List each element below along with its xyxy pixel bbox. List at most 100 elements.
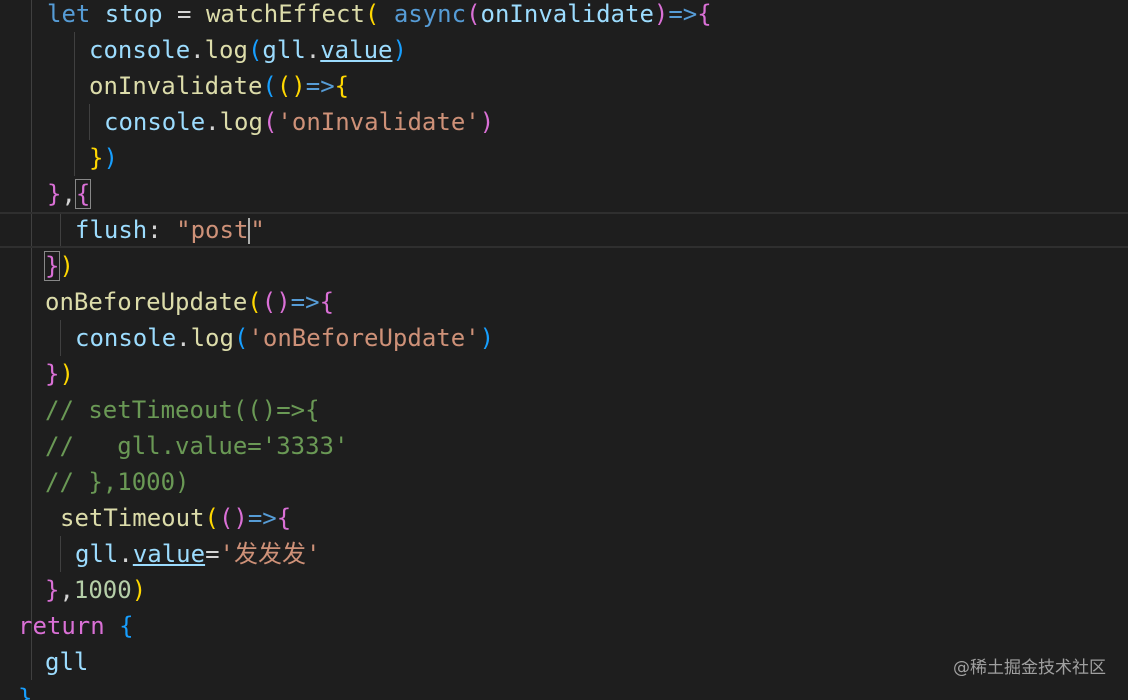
code-token: => xyxy=(290,288,320,316)
code-token: ( xyxy=(262,72,277,100)
code-token: onBeforeUpdate xyxy=(45,288,248,316)
code-line[interactable]: // gll.value='3333' xyxy=(0,428,1128,464)
code-line[interactable]: onBeforeUpdate(()=>{ xyxy=(0,284,1128,320)
code-token: 'onInvalidate' xyxy=(277,108,480,136)
code-editor[interactable]: let stop = watchEffect( async(onInvalida… xyxy=(0,0,1128,700)
code-line[interactable]: return { xyxy=(0,608,1128,644)
code-text: },{ xyxy=(47,176,92,212)
code-token: "post xyxy=(176,216,249,244)
code-token: , xyxy=(59,576,74,604)
code-token: 'onBeforeUpdate' xyxy=(248,324,480,352)
code-token: async xyxy=(393,0,467,28)
code-token: ( xyxy=(364,0,380,28)
code-token: ) xyxy=(59,360,74,388)
code-token: { xyxy=(334,72,350,100)
code-token: ) xyxy=(479,108,495,136)
code-line[interactable]: console.log('onBeforeUpdate') xyxy=(0,320,1128,356)
code-text: console.log('onInvalidate') xyxy=(104,104,494,140)
code-token: flush xyxy=(75,216,148,244)
code-text: gll.value='发发发' xyxy=(75,536,320,572)
code-token: } xyxy=(89,144,104,172)
code-token: . xyxy=(118,540,133,568)
code-token: ) xyxy=(103,144,118,172)
code-text: gll xyxy=(45,644,88,680)
code-token: ) xyxy=(59,252,74,280)
code-token: setTimeout xyxy=(60,504,205,532)
code-token: gll xyxy=(45,648,89,676)
code-token: = xyxy=(205,540,220,568)
code-token: ) xyxy=(131,576,147,604)
current-code-line[interactable]: flush: "post" xyxy=(0,212,1128,248)
code-text: flush: "post" xyxy=(75,214,265,246)
watermark: @稀土掘金技术社区 xyxy=(953,658,1106,678)
code-line[interactable]: console.log(gll.value) xyxy=(0,32,1128,68)
code-line[interactable]: setTimeout(()=>{ xyxy=(0,500,1128,536)
code-line[interactable]: let stop = watchEffect( async(onInvalida… xyxy=(0,0,1128,32)
code-token: // setTimeout(()=>{ xyxy=(45,396,320,424)
code-token: () xyxy=(261,288,291,316)
code-token: } xyxy=(43,251,61,281)
code-token: : xyxy=(147,216,177,244)
code-line[interactable]: }) xyxy=(0,248,1128,284)
code-token: { xyxy=(276,504,292,532)
code-text: // gll.value='3333' xyxy=(45,428,348,464)
code-token: value xyxy=(320,36,393,64)
code-token: watchEffect xyxy=(205,0,365,28)
code-text: // setTimeout(()=>{ xyxy=(45,392,320,428)
code-line[interactable]: // setTimeout(()=>{ xyxy=(0,392,1128,428)
code-text: return { xyxy=(18,608,134,644)
code-token: => xyxy=(305,72,335,100)
code-line[interactable]: }) xyxy=(0,140,1128,176)
code-token: } xyxy=(47,180,62,208)
code-token: } xyxy=(45,360,60,388)
code-text: let stop = watchEffect( async(onInvalida… xyxy=(47,0,712,32)
code-token: . xyxy=(190,36,205,64)
code-text: console.log('onBeforeUpdate') xyxy=(75,320,494,356)
code-line[interactable]: onInvalidate(()=>{ xyxy=(0,68,1128,104)
code-token: // },1000) xyxy=(45,468,190,496)
code-token: ) xyxy=(392,36,407,64)
code-token: log xyxy=(190,324,234,352)
code-token: ( xyxy=(262,108,278,136)
code-token: ) xyxy=(653,0,669,28)
code-token: { xyxy=(319,288,335,316)
code-token: console xyxy=(89,36,191,64)
code-token: => xyxy=(668,0,698,28)
code-line[interactable]: }) xyxy=(0,356,1128,392)
code-token: ( xyxy=(233,324,249,352)
code-token: console xyxy=(75,324,177,352)
code-token: { xyxy=(697,0,712,28)
code-line[interactable]: },1000) xyxy=(0,572,1128,608)
code-text: }) xyxy=(45,356,74,392)
code-line[interactable]: // },1000) xyxy=(0,464,1128,500)
code-token: { xyxy=(74,179,92,209)
code-text: }) xyxy=(89,140,118,176)
code-line[interactable]: } xyxy=(0,680,1128,700)
code-token: log xyxy=(219,108,263,136)
code-token: gll xyxy=(75,540,119,568)
code-token: " xyxy=(250,216,265,244)
code-line[interactable]: gll.value='发发发' xyxy=(0,536,1128,572)
code-token: . xyxy=(205,108,220,136)
code-token: ( xyxy=(247,288,262,316)
code-text: setTimeout(()=>{ xyxy=(60,500,291,536)
code-token: . xyxy=(176,324,191,352)
code-text: } xyxy=(18,680,32,700)
code-token: } xyxy=(45,576,60,604)
code-token: ( xyxy=(466,0,481,28)
code-token: console xyxy=(104,108,206,136)
code-token: ( xyxy=(247,36,263,64)
code-text: },1000) xyxy=(45,572,146,608)
code-token: . xyxy=(305,36,321,64)
code-token: stop xyxy=(104,0,163,28)
code-text: onInvalidate(()=>{ xyxy=(89,68,349,104)
code-token: onInvalidate xyxy=(480,0,654,28)
code-token: let xyxy=(47,0,105,28)
code-line[interactable]: console.log('onInvalidate') xyxy=(0,104,1128,140)
code-text: console.log(gll.value) xyxy=(89,32,407,68)
code-token: 1000 xyxy=(73,576,132,604)
code-token: => xyxy=(247,504,277,532)
code-token: = xyxy=(162,0,206,28)
code-line[interactable]: },{ xyxy=(0,176,1128,212)
